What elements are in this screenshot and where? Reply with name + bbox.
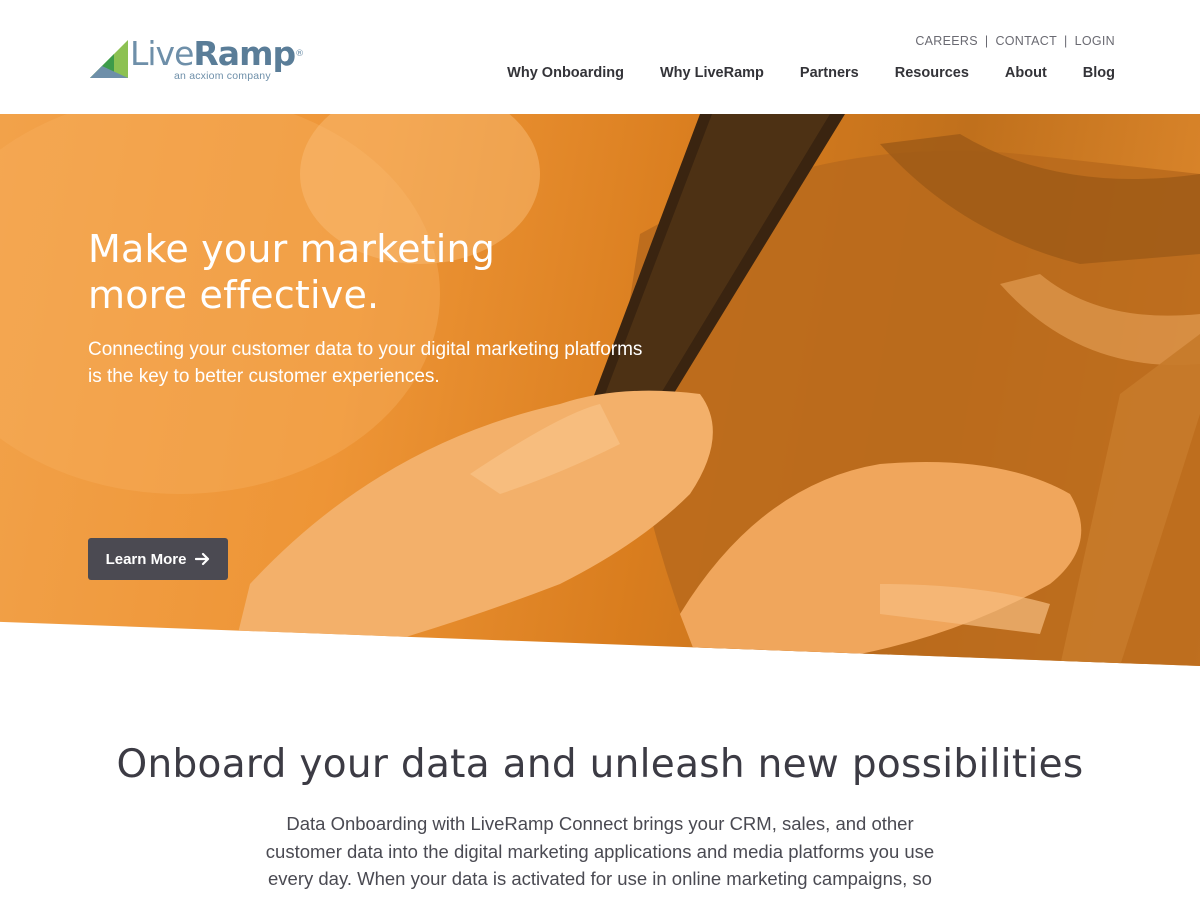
nav-item-resources[interactable]: Resources xyxy=(895,65,969,81)
utility-link-login[interactable]: LOGIN xyxy=(1075,34,1115,48)
onboard-section: Onboard your data and unleash new possib… xyxy=(0,740,1200,893)
liveramp-logo[interactable]: LiveRamp® an acxiom company xyxy=(88,34,304,86)
hero-subtitle-line: is the key to better customer experience… xyxy=(88,366,440,387)
logo-wordmark: LiveRamp® xyxy=(130,34,304,73)
nav-item-why-onboarding[interactable]: Why Onboarding xyxy=(507,65,624,81)
hero-banner: Make your marketing more effective. Conn… xyxy=(0,114,1200,666)
section-body-line: Data Onboarding with LiveRamp Connect br… xyxy=(286,813,914,834)
learn-more-label: Learn More xyxy=(105,550,187,568)
section-body-line: customer data into the digital marketing… xyxy=(265,840,935,862)
nav-item-blog[interactable]: Blog xyxy=(1083,65,1115,81)
main-nav: Why Onboarding Why LiveRamp Partners Res… xyxy=(507,65,1115,81)
utility-separator: | xyxy=(984,34,989,48)
hero-title-line: more effective. xyxy=(88,273,380,317)
hero-title: Make your marketing more effective. xyxy=(88,226,728,318)
logo-tagline: an acxiom company xyxy=(174,70,271,82)
site-header: LiveRamp® an acxiom company CAREERS | CO… xyxy=(0,0,1200,114)
nav-item-why-liveramp[interactable]: Why LiveRamp xyxy=(660,65,764,81)
hero-subtitle-line: Connecting your customer data to your di… xyxy=(88,339,643,360)
hero-photo xyxy=(0,114,1200,666)
utility-link-careers[interactable]: CAREERS xyxy=(915,34,978,48)
logo-triangle-icon xyxy=(90,40,128,78)
arrow-right-icon xyxy=(195,552,210,566)
learn-more-button[interactable]: Learn More xyxy=(88,538,228,580)
hero-title-line: Make your marketing xyxy=(88,227,496,271)
nav-item-about[interactable]: About xyxy=(1005,65,1047,81)
section-title: Onboard your data and unleash new possib… xyxy=(116,742,1084,787)
utility-link-contact[interactable]: CONTACT xyxy=(995,34,1057,48)
section-body-line: every day. When your data is activated f… xyxy=(268,868,932,889)
utility-nav: CAREERS | CONTACT | LOGIN xyxy=(915,34,1115,48)
hero-content: Make your marketing more effective. Conn… xyxy=(88,226,728,580)
nav-item-partners[interactable]: Partners xyxy=(800,65,859,81)
utility-separator: | xyxy=(1064,34,1068,48)
section-body: Data Onboarding with LiveRamp Connect br… xyxy=(220,810,980,893)
hero-subtitle: Connecting your customer data to your di… xyxy=(88,336,728,390)
